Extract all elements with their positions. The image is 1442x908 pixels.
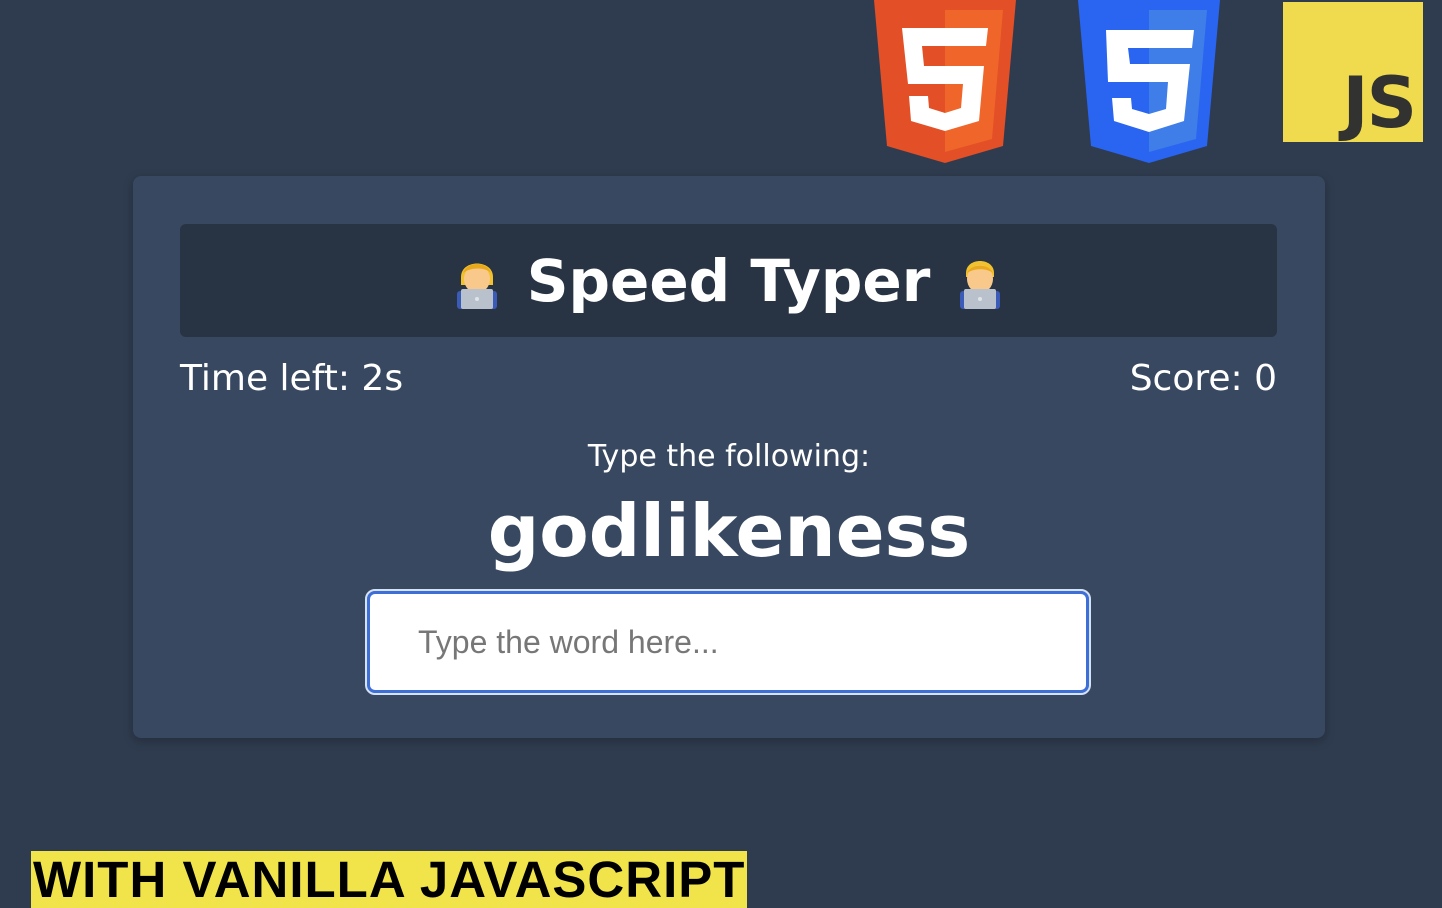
title-bar: Speed Typer [180,224,1277,337]
word-input[interactable] [365,589,1091,695]
js-logo-text: JS [1342,62,1417,144]
banner: WITH VANILLA JAVASCRIPT [31,851,748,908]
technologist-man-emoji-icon [960,260,1001,309]
game-card: Speed Typer Time left: 2s Score: 0 Type … [133,176,1325,738]
time-left: Time left: 2s [180,358,404,399]
prompt-label: Type the following: [587,439,871,474]
app-title: Speed Typer [526,246,931,315]
html5-logo-icon [874,0,1016,163]
javascript-logo-icon: JS [1283,2,1423,142]
target-word: godlikeness [487,489,971,573]
technologist-woman-emoji-icon [456,263,497,309]
score: Score: 0 [1129,358,1277,399]
banner-text: WITH VANILLA JAVASCRIPT [33,851,746,908]
css3-logo-icon [1078,0,1220,163]
game-stats: Time left: 2s Score: 0 [180,358,1277,408]
